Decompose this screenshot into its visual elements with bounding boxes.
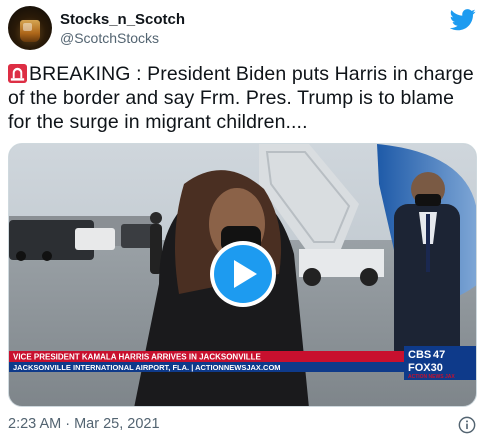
- author-handle[interactable]: @ScotchStocks: [60, 30, 159, 46]
- station-logo-tag: ACTION NEWS JAX: [408, 374, 455, 380]
- tweet-text: BREAKING : President Biden puts Harris i…: [8, 63, 474, 133]
- lower-third-headline: VICE PRESIDENT KAMALA HARRIS ARRIVES IN …: [13, 353, 262, 362]
- tweet-text-block: BREAKING : President Biden puts Harris i…: [8, 62, 478, 134]
- station-logo-cbs-number: 47: [433, 349, 445, 361]
- video-frame: VICE PRESIDENT KAMALA HARRIS ARRIVES IN …: [9, 144, 476, 406]
- station-logo-fox: FOX30: [408, 362, 443, 374]
- video-player[interactable]: VICE PRESIDENT KAMALA HARRIS ARRIVES IN …: [8, 143, 477, 407]
- tweet-timestamp[interactable]: 2:23 AM · Mar 25, 2021: [8, 416, 160, 432]
- tweet-card: Stocks_n_Scotch @ScotchStocks BREAKING :…: [0, 0, 485, 442]
- info-icon[interactable]: [458, 416, 476, 434]
- lower-third-subline: JACKSONVILLE INTERNATIONAL AIRPORT, FLA.…: [13, 363, 281, 372]
- station-logo-cbs: CBS: [408, 349, 431, 361]
- author-display-name[interactable]: Stocks_n_Scotch: [60, 11, 185, 28]
- play-button[interactable]: [210, 241, 276, 307]
- ice-cube-graphic: [23, 23, 32, 31]
- twitter-bird-icon[interactable]: [450, 9, 476, 31]
- police-light-icon: [8, 64, 27, 83]
- avatar[interactable]: [8, 6, 52, 50]
